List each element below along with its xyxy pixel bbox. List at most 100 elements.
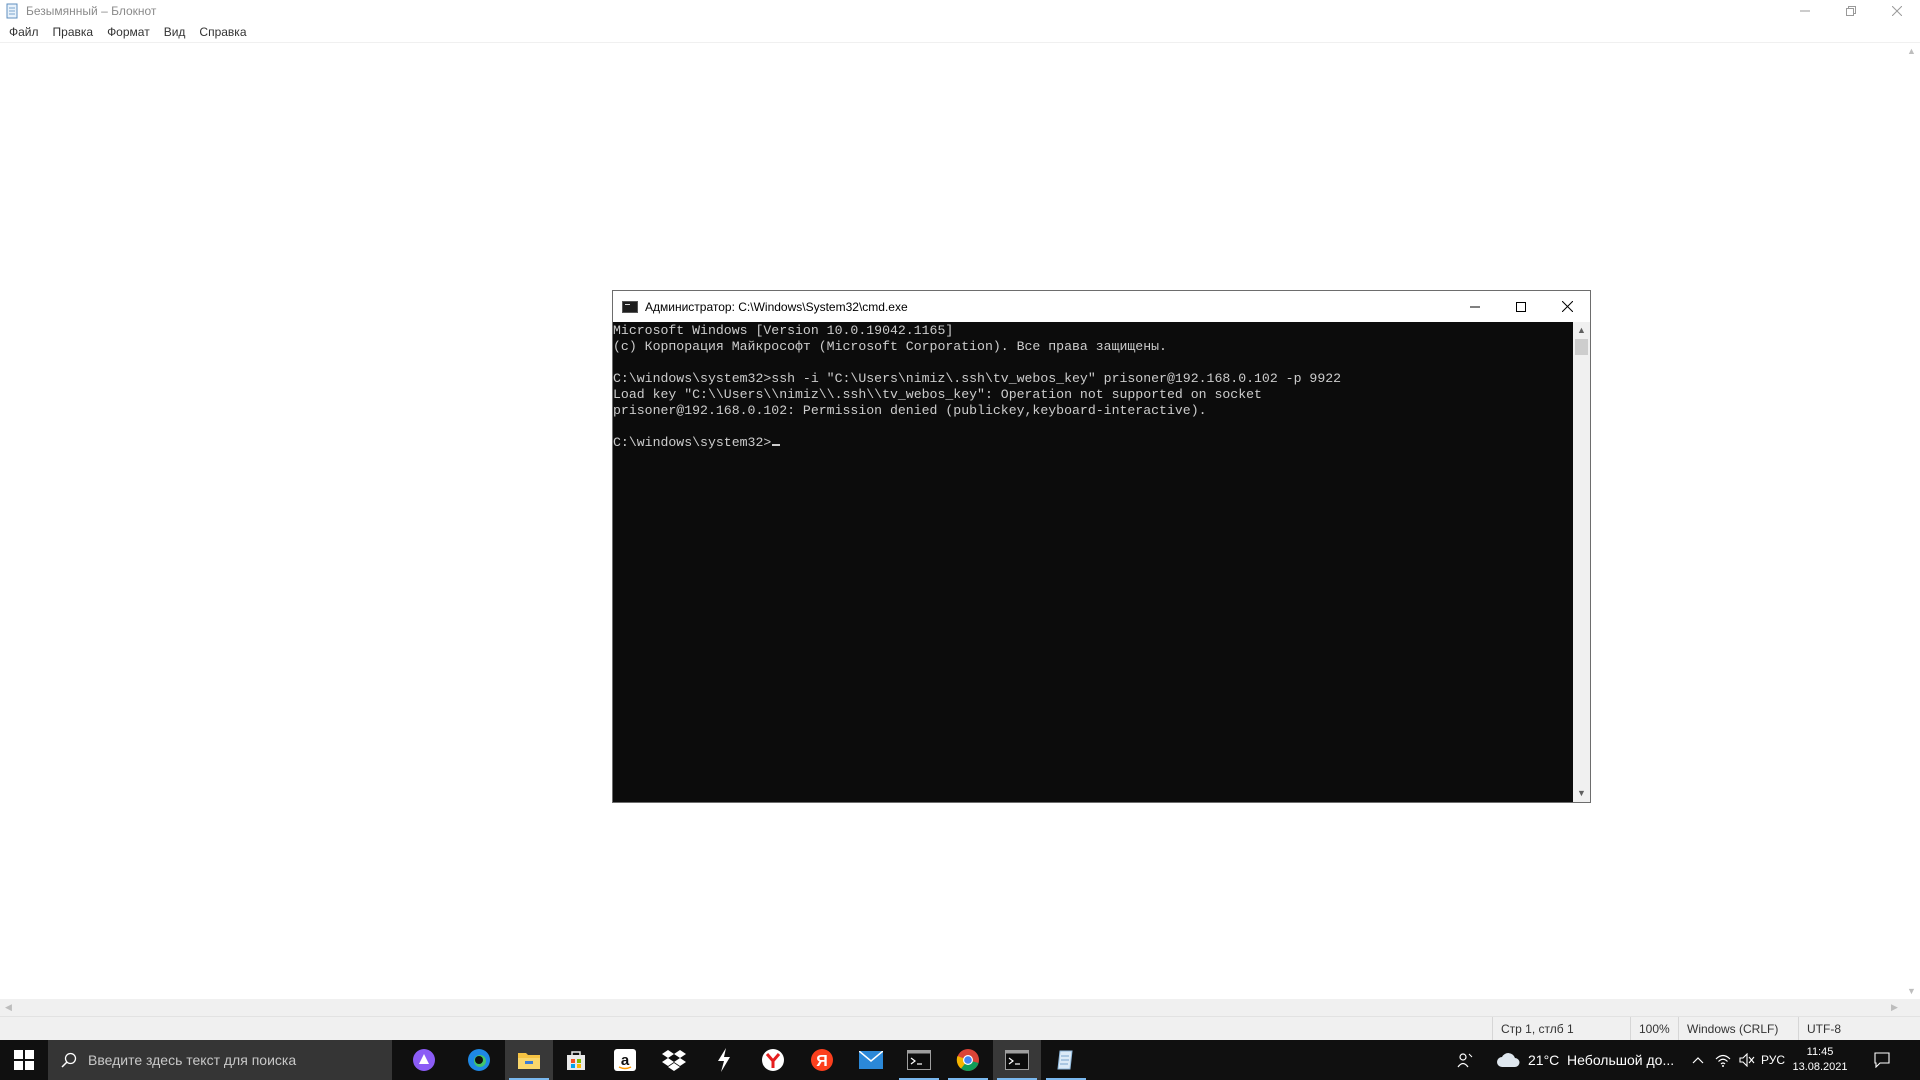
cmd-icon (1005, 1050, 1029, 1070)
console-prompt-line[interactable]: C:\windows\system32> (613, 435, 1573, 451)
volume-muted-icon (1739, 1053, 1755, 1067)
taskbar-app-amazon[interactable]: a (601, 1040, 649, 1080)
taskbar-search-box[interactable]: Введите здесь текст для поиска (48, 1040, 392, 1080)
taskbar-app-edge[interactable] (455, 1040, 503, 1080)
cmd-window[interactable]: Администратор: C:\Windows\System32\cmd.e… (612, 290, 1591, 803)
edge-icon (468, 1049, 490, 1071)
clock-time: 11:45 (1806, 1046, 1834, 1058)
tray-volume-button[interactable] (1736, 1040, 1758, 1080)
taskbar-app-lightning[interactable] (700, 1040, 748, 1080)
console-line: (c) Корпорация Майкрософт (Microsoft Cor… (613, 339, 1167, 354)
taskbar: Введите здесь текст для поиска a Я 21°C … (0, 1040, 1920, 1080)
tray-show-hidden-button[interactable] (1688, 1040, 1708, 1080)
close-icon (1561, 301, 1573, 312)
cmd-close-button[interactable] (1544, 291, 1590, 322)
scroll-left-icon[interactable]: ◀ (0, 999, 17, 1016)
lightning-app-icon (718, 1048, 730, 1072)
menu-file[interactable]: Файл (2, 22, 46, 43)
cmd-titlebar[interactable]: Администратор: C:\Windows\System32\cmd.e… (613, 291, 1590, 322)
mail-icon (859, 1051, 883, 1069)
console-line: Load key "C:\\Users\\nimiz\\.ssh\\tv_web… (613, 387, 1262, 402)
notepad-titlebar[interactable]: Безымянный – Блокнот (0, 0, 1920, 22)
cloud-icon (1497, 1053, 1520, 1067)
cmd-icon (907, 1050, 931, 1070)
notepad-icon (6, 3, 18, 19)
close-icon (1892, 6, 1902, 16)
scroll-down-icon[interactable]: ▼ (1903, 983, 1920, 1000)
taskbar-app-mail[interactable] (847, 1040, 895, 1080)
search-icon (61, 1052, 77, 1068)
scrollbar-corner (1903, 999, 1920, 1016)
taskbar-app-store[interactable] (552, 1040, 600, 1080)
minimize-icon (1800, 10, 1810, 12)
scroll-up-icon[interactable]: ▲ (1573, 322, 1590, 339)
tray-weather-widget[interactable]: 21°C Небольшой до... (1496, 1040, 1686, 1080)
taskbar-app-notepad[interactable] (1042, 1040, 1090, 1080)
chevron-up-icon (1692, 1057, 1704, 1064)
status-encoding: UTF-8 (1798, 1017, 1920, 1041)
notepad-horizontal-scrollbar[interactable]: ◀ ▶ (0, 999, 1903, 1016)
amazon-icon: a (614, 1049, 636, 1071)
action-center-button[interactable] (1860, 1040, 1904, 1080)
taskbar-app-cmd-1[interactable] (895, 1040, 943, 1080)
store-icon (567, 1051, 585, 1070)
console-output[interactable]: Microsoft Windows [Version 10.0.19042.11… (613, 322, 1573, 802)
cmd-minimize-button[interactable] (1452, 291, 1498, 322)
notepad-vertical-scrollbar[interactable]: ▲ ▼ (1903, 43, 1920, 1000)
status-cursor-position: Стр 1, стлб 1 (1492, 1017, 1630, 1041)
scroll-thumb[interactable] (1575, 339, 1588, 355)
menu-view[interactable]: Вид (157, 22, 193, 43)
yandex-icon: Я (811, 1049, 833, 1071)
maximize-icon (1516, 301, 1526, 312)
scroll-right-icon[interactable]: ▶ (1886, 999, 1903, 1016)
svg-text:Я: Я (816, 1053, 828, 1070)
search-placeholder: Введите здесь текст для поиска (88, 1052, 297, 1068)
taskbar-app-chrome[interactable] (944, 1040, 992, 1080)
menu-format[interactable]: Формат (100, 22, 157, 43)
dropbox-icon (662, 1050, 686, 1071)
menu-edit[interactable]: Правка (46, 22, 101, 43)
start-button[interactable] (0, 1040, 48, 1080)
text-cursor (772, 444, 781, 446)
windows-logo-icon (14, 1050, 34, 1070)
weather-text: 21°C Небольшой до... (1528, 1052, 1675, 1068)
console-line: prisoner@192.168.0.102: Permission denie… (613, 403, 1207, 418)
taskbar-app-dropbox[interactable] (650, 1040, 698, 1080)
taskbar-app-file-explorer[interactable] (505, 1040, 553, 1080)
console-line: C:\windows\system32>ssh -i "C:\Users\nim… (613, 371, 1342, 386)
restore-button[interactable] (1828, 0, 1874, 22)
minimize-icon (1470, 306, 1480, 307)
tray-people-button[interactable] (1450, 1040, 1480, 1080)
wifi-icon (1715, 1054, 1731, 1067)
notepad-icon (1057, 1050, 1073, 1070)
yandex-browser-icon (762, 1049, 784, 1071)
svg-text:a: a (621, 1052, 630, 1069)
restore-icon (1846, 6, 1856, 16)
taskbar-app-cmd-2[interactable] (993, 1040, 1041, 1080)
file-explorer-icon (518, 1053, 540, 1069)
clock-date: 13.08.2021 (1792, 1061, 1848, 1073)
menu-help[interactable]: Справка (192, 22, 253, 43)
console-line: Microsoft Windows [Version 10.0.19042.11… (613, 323, 954, 338)
menu-bar: Файл Правка Формат Вид Справка (0, 22, 1920, 43)
notifications-icon (1874, 1052, 1890, 1068)
tray-network-button[interactable] (1712, 1040, 1734, 1080)
taskbar-app-cortana[interactable] (400, 1040, 448, 1080)
taskbar-app-yandex-browser[interactable] (749, 1040, 797, 1080)
cmd-vertical-scrollbar[interactable]: ▲ ▼ (1573, 322, 1590, 802)
status-line-endings: Windows (CRLF) (1678, 1017, 1798, 1041)
console-prompt: C:\windows\system32> (613, 435, 772, 450)
minimize-button[interactable] (1782, 0, 1828, 22)
tray-clock[interactable]: 11:45 13.08.2021 (1785, 1040, 1855, 1080)
close-button[interactable] (1874, 0, 1920, 22)
cmd-icon (622, 300, 638, 313)
cmd-maximize-button[interactable] (1498, 291, 1544, 322)
tray-language-indicator[interactable]: РУС (1758, 1040, 1788, 1080)
scroll-down-icon[interactable]: ▼ (1573, 785, 1590, 802)
cortana-icon (413, 1049, 435, 1071)
scroll-up-icon[interactable]: ▲ (1903, 43, 1920, 60)
taskbar-app-yandex[interactable]: Я (798, 1040, 846, 1080)
status-bar: Стр 1, стлб 1 100% Windows (CRLF) UTF-8 (0, 1016, 1920, 1041)
